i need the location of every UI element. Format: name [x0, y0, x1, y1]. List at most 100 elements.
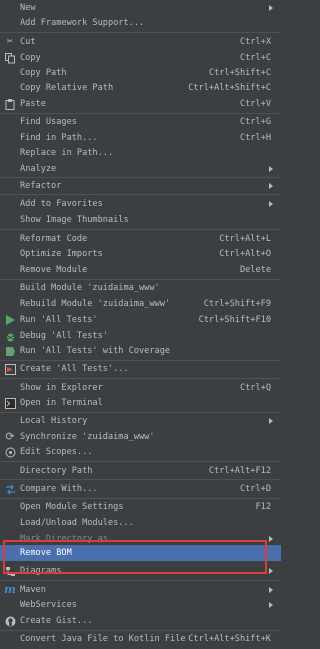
menu-item-optimize-imports[interactable]: Optimize Imports Ctrl+Alt+O — [0, 246, 281, 262]
menu-item-label: Reformat Code — [20, 234, 88, 244]
menu-item-label: Load/Unload Modules... — [20, 518, 134, 528]
menu-item-label: Add Framework Support... — [20, 18, 145, 28]
run-icon — [4, 314, 16, 326]
menu-item-label: Create Gist... — [20, 616, 93, 626]
menu-item-find-usages[interactable]: Find Usages Ctrl+G — [0, 114, 281, 130]
menu-item-shortcut: Ctrl+D — [239, 484, 271, 494]
menu-item-label: Directory Path — [20, 466, 93, 476]
menu-item-label: Create 'All Tests'... — [20, 364, 129, 374]
menu-item-label: Convert Java File to Kotlin File — [20, 634, 186, 644]
menu-item-label: Open in Terminal — [20, 398, 103, 408]
menu-item-label: Build Module 'zuidaima_www' — [20, 283, 160, 293]
context-menu: New Add Framework Support... ✂ Cut Ctrl+… — [0, 0, 281, 649]
menu-item-label: Edit Scopes... — [20, 447, 93, 457]
menu-item-shortcut: Ctrl+Alt+Shift+K — [188, 634, 271, 644]
menu-separator — [0, 461, 281, 462]
menu-separator — [0, 32, 281, 33]
menu-item-label: Show Image Thumbnails — [20, 215, 129, 225]
menu-item-create-all-tests[interactable]: Create 'All Tests'... — [0, 361, 281, 377]
menu-item-debug-all-tests[interactable]: Debug 'All Tests' — [0, 328, 281, 344]
menu-item-label: Paste — [20, 99, 46, 109]
github-icon — [4, 615, 16, 627]
menu-item-shortcut: Ctrl+Alt+L — [219, 234, 271, 244]
menu-item-shortcut: Ctrl+X — [239, 37, 271, 47]
menu-item-shortcut: Ctrl+Shift+F10 — [198, 315, 271, 325]
menu-item-label: Optimize Imports — [20, 249, 103, 259]
menu-item-run-with-coverage[interactable]: Run 'All Tests' with Coverage — [0, 343, 281, 359]
menu-item-find-in-path[interactable]: Find in Path... Ctrl+H — [0, 130, 281, 146]
menu-item-show-in-explorer[interactable]: Show in Explorer Ctrl+Q — [0, 380, 281, 396]
menu-item-create-gist[interactable]: Create Gist... — [0, 613, 281, 629]
menu-item-rebuild-module[interactable]: Rebuild Module 'zuidaima_www' Ctrl+Shift… — [0, 296, 281, 312]
test-config-icon — [4, 363, 16, 375]
menu-separator — [0, 229, 281, 230]
menu-item-show-image-thumbnails[interactable]: Show Image Thumbnails — [0, 212, 281, 228]
menu-item-replace-in-path[interactable]: Replace in Path... — [0, 145, 281, 161]
menu-item-label: Copy Path — [20, 68, 67, 78]
menu-item-paste[interactable]: Paste Ctrl+V — [0, 96, 281, 112]
menu-item-label: Find Usages — [20, 117, 77, 127]
submenu-arrow-icon — [269, 587, 273, 593]
menu-item-compare-with[interactable]: Compare With... Ctrl+D — [0, 481, 281, 497]
menu-item-cut[interactable]: ✂ Cut Ctrl+X — [0, 34, 281, 50]
menu-item-synchronize[interactable]: ⟳ Synchronize 'zuidaima_www' — [0, 429, 281, 445]
menu-item-label: Add to Favorites — [20, 199, 103, 209]
menu-item-convert-java-to-kotlin[interactable]: Convert Java File to Kotlin File Ctrl+Al… — [0, 631, 281, 647]
copy-icon — [4, 52, 16, 64]
menu-item-label: Synchronize 'zuidaima_www' — [20, 432, 155, 442]
submenu-arrow-icon — [269, 166, 273, 172]
menu-item-label: Remove Module — [20, 265, 88, 275]
menu-item-label: Compare With... — [20, 484, 98, 494]
menu-item-local-history[interactable]: Local History — [0, 413, 281, 429]
menu-item-shortcut: F12 — [255, 502, 271, 512]
menu-item-label: Run 'All Tests' with Coverage — [20, 346, 171, 356]
menu-item-shortcut: Ctrl+Alt+O — [219, 249, 271, 259]
menu-item-refactor[interactable]: Refactor — [0, 178, 281, 194]
submenu-arrow-icon — [269, 536, 273, 542]
menu-separator — [0, 194, 281, 195]
menu-item-label: WebServices — [20, 600, 77, 610]
menu-item-copy-relative-path[interactable]: Copy Relative Path Ctrl+Alt+Shift+C — [0, 80, 281, 96]
submenu-arrow-icon — [269, 5, 273, 11]
menu-item-shortcut: Ctrl+Alt+Shift+C — [188, 83, 271, 93]
menu-item-copy-path[interactable]: Copy Path Ctrl+Shift+C — [0, 65, 281, 81]
menu-item-label: Run 'All Tests' — [20, 315, 98, 325]
maven-icon: m — [4, 583, 16, 596]
menu-item-shortcut: Delete — [239, 265, 271, 275]
menu-item-run-all-tests[interactable]: Run 'All Tests' Ctrl+Shift+F10 — [0, 312, 281, 328]
submenu-arrow-icon — [269, 568, 273, 574]
menu-item-shortcut: Ctrl+G — [239, 117, 271, 127]
menu-item-maven[interactable]: m Maven — [0, 582, 281, 598]
menu-item-open-module-settings[interactable]: Open Module Settings F12 — [0, 499, 281, 515]
menu-item-remove-module[interactable]: Remove Module Delete — [0, 262, 281, 278]
menu-item-label: Debug 'All Tests' — [20, 331, 108, 341]
menu-item-load-unload-modules[interactable]: Load/Unload Modules... — [0, 515, 281, 531]
menu-item-label: Maven — [20, 585, 46, 595]
menu-item-new[interactable]: New — [0, 0, 281, 16]
menu-item-shortcut: Ctrl+C — [239, 53, 271, 63]
menu-separator — [0, 580, 281, 581]
menu-item-label: Refactor — [20, 181, 62, 191]
menu-item-label: Replace in Path... — [20, 148, 114, 158]
menu-separator — [0, 479, 281, 480]
scissors-icon: ✂ — [6, 36, 14, 47]
submenu-arrow-icon — [269, 201, 273, 207]
menu-item-add-framework-support[interactable]: Add Framework Support... — [0, 15, 281, 31]
menu-item-copy[interactable]: Copy Ctrl+C — [0, 50, 281, 66]
menu-item-edit-scopes[interactable]: Edit Scopes... — [0, 444, 281, 460]
menu-item-add-to-favorites[interactable]: Add to Favorites — [0, 196, 281, 212]
menu-item-label: New — [20, 3, 36, 13]
menu-item-label: Copy — [20, 53, 41, 63]
menu-item-build-module[interactable]: Build Module 'zuidaima_www' — [0, 280, 281, 296]
coverage-icon — [4, 345, 16, 357]
debug-icon — [4, 330, 16, 342]
menu-item-shortcut: Ctrl+H — [239, 133, 271, 143]
submenu-arrow-icon — [269, 602, 273, 608]
menu-item-reformat-code[interactable]: Reformat Code Ctrl+Alt+L — [0, 231, 281, 247]
menu-item-directory-path[interactable]: Directory Path Ctrl+Alt+F12 — [0, 463, 281, 479]
compare-icon — [4, 483, 16, 495]
menu-item-open-in-terminal[interactable]: Open in Terminal — [0, 395, 281, 411]
menu-item-shortcut: Ctrl+Shift+C — [208, 68, 271, 78]
menu-item-webservices[interactable]: WebServices — [0, 597, 281, 613]
menu-item-analyze[interactable]: Analyze — [0, 161, 281, 177]
